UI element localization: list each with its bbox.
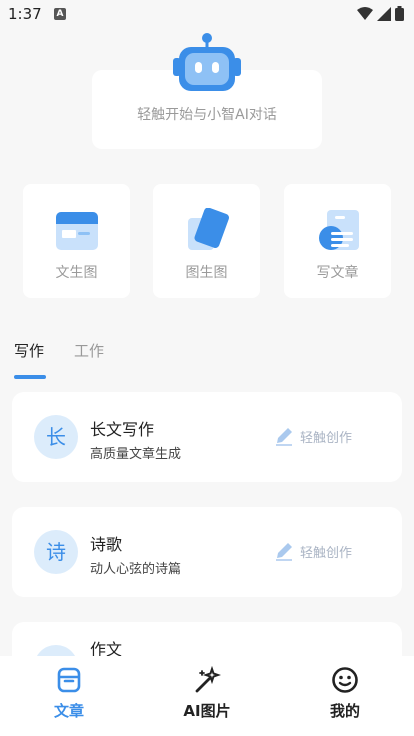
item-subtitle: 高质量文章生成	[90, 447, 182, 462]
feature-text-to-image[interactable]: 文生图	[23, 184, 130, 298]
item-avatar: 诗	[34, 530, 78, 574]
item-subtitle: 动人心弦的诗篇	[90, 562, 182, 577]
magic-wand-icon	[195, 666, 221, 693]
write-article-icon	[319, 210, 359, 250]
nav-mine[interactable]: 我的	[295, 666, 395, 721]
bottom-navigation: 文章 AI图片 我的	[0, 656, 414, 736]
list-item-long-writing[interactable]: 长 长文写作 高质量文章生成 轻触创作	[12, 392, 402, 482]
list-item-poetry[interactable]: 诗 诗歌 动人心弦的诗篇 轻触创作	[12, 507, 402, 597]
pencil-icon	[276, 543, 292, 561]
chat-start-prompt: 轻触开始与小智AI对话	[137, 107, 277, 123]
create-label: 轻触创作	[300, 430, 353, 446]
feature-label: 写文章	[316, 265, 359, 281]
battery-icon	[395, 6, 404, 21]
active-tab-indicator	[14, 375, 46, 379]
item-avatar: 长	[34, 415, 78, 459]
nav-label: 我的	[329, 702, 360, 720]
text-image-icon	[56, 212, 98, 250]
wifi-icon	[357, 6, 373, 20]
create-label: 轻触创作	[300, 545, 353, 561]
nav-label: AI图片	[183, 702, 231, 720]
tab-work[interactable]: 工作	[74, 340, 104, 361]
feature-write-article[interactable]: 写文章	[284, 184, 391, 298]
pencil-icon	[276, 428, 292, 446]
status-time: 1:37	[8, 5, 42, 23]
nav-article[interactable]: 文章	[19, 666, 119, 721]
item-title: 长文写作	[90, 420, 155, 439]
image-image-icon	[188, 208, 229, 250]
status-bar: 1:37 A	[0, 0, 414, 28]
item-title: 诗歌	[90, 535, 123, 554]
create-button[interactable]: 轻触创作	[274, 426, 352, 446]
robot-mascot-icon	[173, 33, 241, 91]
feature-label: 文生图	[55, 265, 98, 281]
status-indicators	[357, 6, 404, 21]
tab-writing[interactable]: 写作	[14, 340, 44, 361]
feature-image-to-image[interactable]: 图生图	[153, 184, 260, 298]
category-tabs: 写作 工作	[14, 340, 394, 380]
article-icon	[57, 667, 81, 693]
signal-icon	[377, 6, 391, 21]
feature-label: 图生图	[185, 265, 228, 281]
create-button[interactable]: 轻触创作	[274, 541, 352, 561]
nav-ai-image[interactable]: AI图片	[157, 666, 257, 721]
notification-icon: A	[54, 8, 66, 20]
smiley-icon	[332, 667, 358, 693]
nav-label: 文章	[53, 702, 84, 720]
